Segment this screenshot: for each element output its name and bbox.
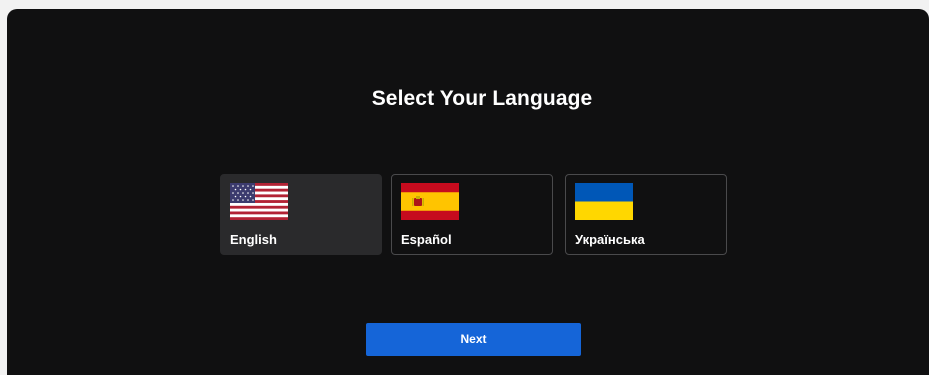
page-title: Select Your Language xyxy=(371,87,593,110)
spain-flag-icon xyxy=(401,183,459,220)
language-option-ukrainian[interactable]: Українська xyxy=(565,174,727,255)
language-label: Español xyxy=(401,232,452,247)
language-label: English xyxy=(230,232,277,247)
language-select-screen: Select Your Language English Español Укр… xyxy=(7,9,929,375)
ukraine-flag-icon xyxy=(575,183,633,220)
language-option-english[interactable]: English xyxy=(220,174,382,255)
next-button[interactable]: Next xyxy=(366,323,581,356)
language-label: Українська xyxy=(575,232,645,247)
language-option-spanish[interactable]: Español xyxy=(391,174,553,255)
us-flag-icon xyxy=(230,183,288,220)
